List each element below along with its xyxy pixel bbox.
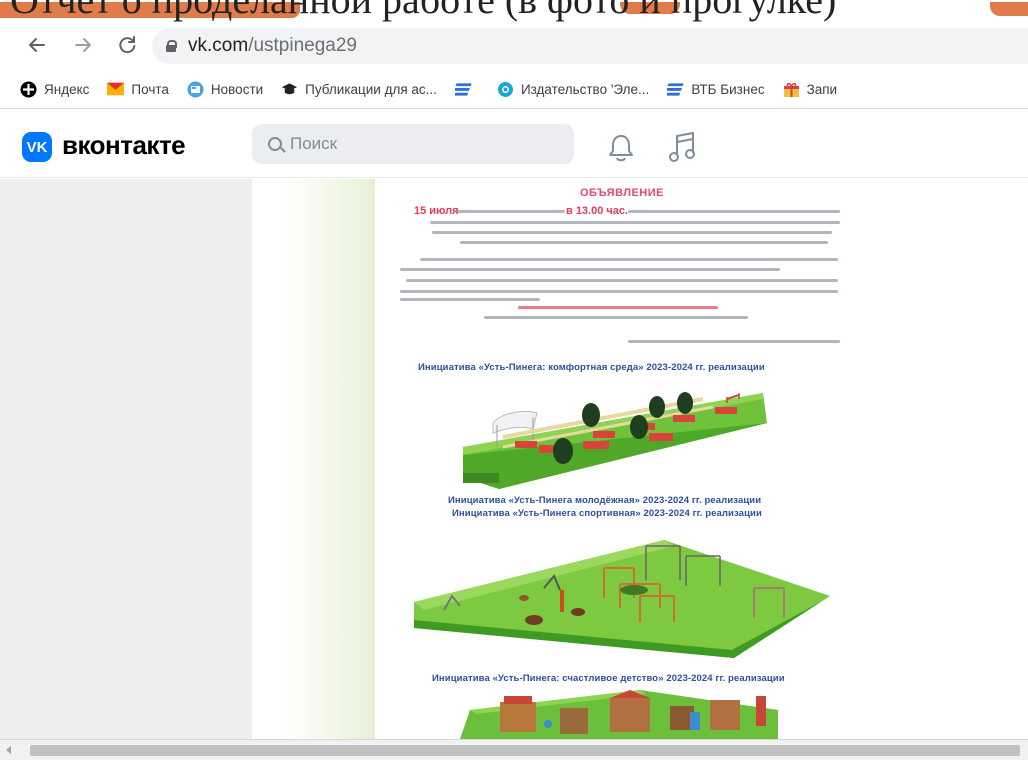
text-line (400, 298, 540, 301)
arrow-right-icon (75, 38, 91, 52)
arrow-left-icon (29, 38, 45, 52)
text-line (420, 258, 838, 261)
globe-icon (497, 81, 514, 98)
bookmarks-divider (0, 108, 1028, 109)
bookmark-publisher[interactable]: Издательство 'Эле... (497, 81, 649, 98)
bell-icon[interactable] (606, 132, 636, 164)
text-line (400, 268, 780, 271)
text-line (400, 290, 838, 293)
slide-title: Отчет о проделанной работе (в фото и про… (10, 0, 836, 22)
poster-time: в 13.00 час. (566, 205, 629, 217)
bookmark-mail[interactable]: Почта (107, 81, 169, 98)
text-line (430, 221, 840, 224)
url-host: vk.com (188, 35, 249, 56)
screenshot-stage: Отчет о проделанной работе (в фото и про… (0, 0, 1028, 760)
caption-youth: Инициатива «Усть-Пинега молодёжная» 2023… (448, 495, 762, 506)
forward-button[interactable] (66, 28, 100, 62)
playground-illustration (460, 690, 778, 739)
vtb-icon (667, 81, 684, 98)
bookmark-label: Почта (131, 81, 169, 97)
scroll-left-arrow-icon[interactable] (6, 746, 11, 754)
yandex-icon (20, 81, 37, 98)
bookmark-blue-lines[interactable] (454, 81, 479, 98)
vk-header: VK вконтакте Поиск (0, 110, 1028, 178)
back-button[interactable] (20, 28, 54, 62)
search-input[interactable]: Поиск (252, 124, 574, 164)
text-line (484, 316, 748, 319)
poster-title: ОБЪЯВЛЕНИЕ (579, 187, 664, 199)
lock-icon (166, 40, 177, 52)
bookmark-label: Яндекс (44, 81, 90, 97)
text-line (460, 241, 828, 244)
reload-icon (119, 36, 136, 54)
slide-accent-right (990, 2, 1028, 16)
bookmark-news[interactable]: Новости (187, 81, 263, 98)
graduation-cap-icon (281, 81, 298, 98)
caption-sports: Инициатива «Усть-Пинега спортивная» 2023… (452, 508, 762, 519)
gift-icon (783, 81, 800, 98)
text-line (406, 279, 838, 282)
poster-left-gradient (280, 179, 375, 739)
address-bar[interactable]: vk.com/ustpinega29 (152, 28, 1028, 64)
caption-comfort-environment: Инициатива «Усть-Пинега: комфортная сред… (418, 362, 765, 373)
text-line (628, 340, 840, 343)
blue-lines-icon (454, 81, 472, 98)
bookmarks-bar: Яндекс Почта Новости Публикации для ас..… (0, 72, 1028, 106)
text-line (455, 210, 565, 213)
text-line-red (518, 306, 718, 309)
news-icon (187, 81, 204, 98)
bookmark-label: Новости (210, 81, 264, 97)
text-line (628, 210, 840, 213)
bookmark-label: ВТБ Бизнес (691, 81, 765, 97)
horizontal-scrollbar[interactable] (0, 739, 1028, 760)
url-path: /ustpinega29 (248, 35, 358, 56)
reload-button[interactable] (110, 28, 144, 62)
bookmark-label: Издательство 'Эле... (520, 81, 650, 97)
scrollbar-thumb[interactable] (30, 745, 1020, 756)
search-placeholder: Поиск (290, 134, 338, 153)
slide-title-strip: Отчет о проделанной работе (в фото и про… (0, 0, 1028, 22)
park-illustration (463, 392, 767, 489)
bookmark-label: Запи (806, 81, 838, 97)
text-line (432, 231, 832, 234)
bookmark-label: Публикации для ас... (305, 81, 437, 97)
mail-icon (107, 81, 125, 98)
music-icon[interactable] (668, 130, 698, 164)
search-icon (268, 137, 282, 151)
bookmark-vtb[interactable]: ВТБ Бизнес (667, 81, 765, 98)
bookmark-publications[interactable]: Публикации для ас... (281, 81, 437, 98)
vk-brand-name[interactable]: вконтакте (62, 130, 186, 161)
sports-ground-illustration (414, 540, 830, 658)
vk-logo-icon[interactable]: VK (22, 132, 52, 162)
bookmark-gift[interactable]: Запи (783, 81, 838, 98)
browser-toolbar: vk.com/ustpinega29 (0, 22, 1028, 68)
poster-date: 15 июля (414, 205, 459, 217)
caption-happy-childhood: Инициатива «Усть-Пинега: счастливое детс… (432, 673, 785, 684)
bookmark-yandex[interactable]: Яндекс (20, 81, 89, 98)
